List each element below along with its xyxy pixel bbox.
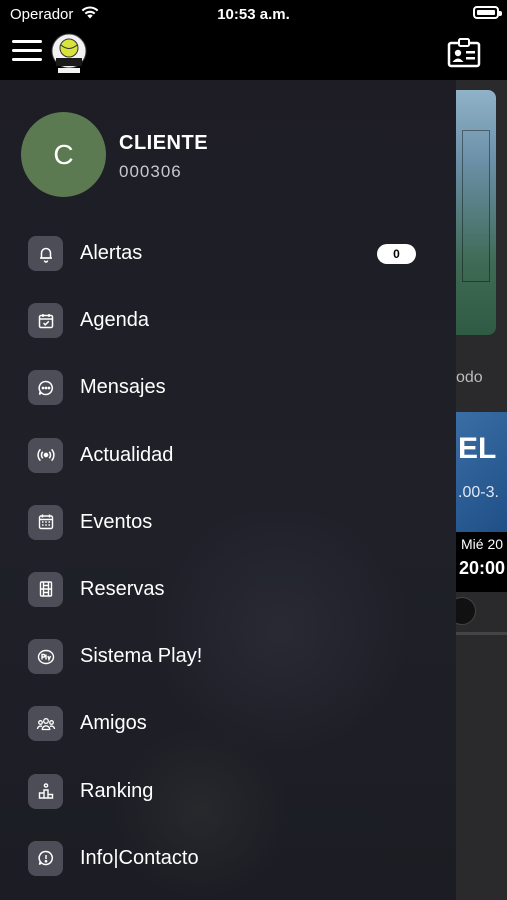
menu-label: Actualidad xyxy=(80,443,174,466)
menu-item-ranking[interactable]: Ranking xyxy=(0,758,456,825)
background-content: odo EL .00-3. Mié 20 20:00 xyxy=(456,80,507,900)
menu-label: Info|Contacto xyxy=(80,846,199,869)
court-image xyxy=(456,90,496,335)
menu-item-agenda[interactable]: Agenda xyxy=(0,287,456,354)
section-text: odo xyxy=(456,369,483,386)
user-id: 000306 xyxy=(119,162,182,181)
menu-label: Amigos xyxy=(80,712,147,735)
menu-label: Ranking xyxy=(80,779,154,802)
user-profile[interactable]: C CLIENTE 000306 xyxy=(21,112,421,198)
side-drawer: C CLIENTE 000306 Alertas 0 Agenda Mensaj… xyxy=(0,80,456,900)
menu-label: Alertas xyxy=(80,242,143,264)
menu-label: Eventos xyxy=(80,510,153,533)
app-bar xyxy=(0,28,507,80)
battery-icon xyxy=(473,6,502,19)
event-date-bar: Mié 20 20:00 xyxy=(456,532,507,592)
event-date: Mié 20 xyxy=(461,536,504,552)
menu-item-mensajes[interactable]: Mensajes xyxy=(0,354,456,421)
podium-icon xyxy=(28,773,63,809)
avatar[interactable]: C xyxy=(21,112,106,197)
menu-item-reservas[interactable]: Reservas xyxy=(0,556,456,623)
court-icon xyxy=(28,571,63,607)
menu-label: Mensajes xyxy=(80,376,166,399)
menu-label: Reservas xyxy=(80,577,165,600)
menu-label: Sistema Play! xyxy=(80,645,203,668)
menu-item-amigos[interactable]: Amigos xyxy=(0,690,456,757)
menu-item-info-contacto[interactable]: Info|Contacto xyxy=(0,825,456,892)
id-card-icon[interactable] xyxy=(447,38,481,68)
user-name: CLIENTE xyxy=(119,132,209,154)
club-logo xyxy=(51,33,87,73)
broadcast-icon xyxy=(28,437,63,473)
drawer-menu: Alertas 0 Agenda Mensajes Actualidad Eve… xyxy=(0,220,456,892)
menu-item-eventos[interactable]: Eventos xyxy=(0,489,456,556)
hamburger-menu-icon[interactable] xyxy=(12,40,42,62)
menu-item-sistema-play[interactable]: Sistema Play! xyxy=(0,623,456,690)
friends-icon xyxy=(28,706,63,742)
event-time: 20:00 xyxy=(459,558,506,578)
banner-subtext: .00-3. xyxy=(458,484,499,501)
chat-bubble-icon xyxy=(28,370,63,406)
menu-label: Agenda xyxy=(80,309,149,332)
calendar-check-icon xyxy=(28,303,63,339)
banner-text: EL xyxy=(458,432,497,465)
menu-item-alertas[interactable]: Alertas 0 xyxy=(0,220,456,287)
status-bar: Operador 10:53 a.m. xyxy=(0,0,507,28)
menu-item-actualidad[interactable]: Actualidad xyxy=(0,422,456,489)
divider xyxy=(456,632,507,635)
alerts-count-badge: 0 xyxy=(377,244,416,264)
calendar-grid-icon xyxy=(28,504,63,540)
event-banner: EL .00-3. xyxy=(456,412,507,532)
info-chat-icon xyxy=(28,840,63,876)
clock: 10:53 a.m. xyxy=(217,6,290,23)
play-logo-icon xyxy=(28,639,63,675)
gender-icon xyxy=(456,597,476,625)
bell-icon xyxy=(28,236,63,271)
